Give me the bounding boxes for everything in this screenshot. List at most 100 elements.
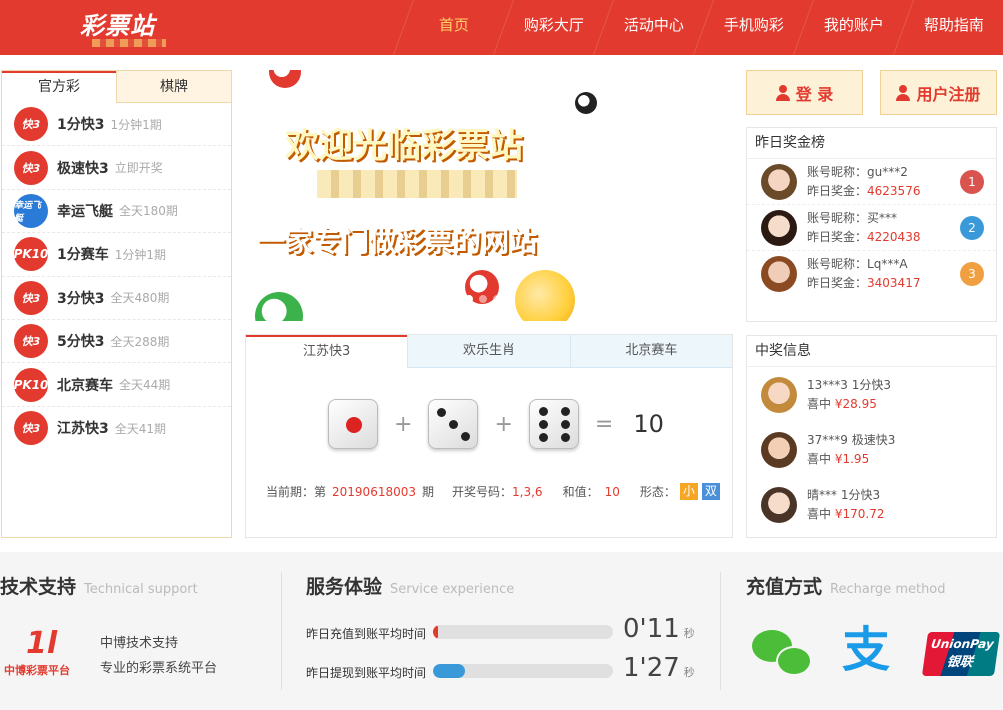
game-item[interactable]: PK10 1分赛车 1分钟1期 bbox=[2, 233, 231, 277]
avatar bbox=[761, 256, 797, 292]
lucky-airship-icon: 幸运飞艇 bbox=[14, 193, 48, 228]
tab-official-lottery[interactable]: 官方彩 bbox=[2, 71, 116, 103]
avatar bbox=[761, 163, 797, 200]
game-item[interactable]: 快3 3分快3 全天480期 bbox=[2, 277, 231, 320]
period-label: 当前期：第 bbox=[266, 485, 327, 499]
winner-amount: 4623576 bbox=[867, 183, 921, 198]
banner-url-blurred bbox=[317, 170, 517, 198]
tab-beijing-racing[interactable]: 北京赛车 bbox=[569, 335, 732, 368]
banner-model-image bbox=[595, 70, 733, 321]
game-item[interactable]: 快3 1分快3 1分钟1期 bbox=[2, 103, 231, 147]
register-button[interactable]: 用户注册 bbox=[880, 70, 997, 115]
draw-numbers: 1,3,6 bbox=[512, 484, 543, 499]
lottery-ball-icon bbox=[269, 70, 301, 88]
win-amount: ¥170.72 bbox=[834, 506, 885, 521]
tab-jiangsu-k3[interactable]: 江苏快3 bbox=[246, 335, 408, 368]
winner-name: Lq***A bbox=[867, 257, 908, 271]
banner-divider bbox=[261, 183, 307, 185]
logo-text[interactable]: 彩票站 bbox=[80, 6, 155, 41]
winner-name: gu***2 bbox=[867, 164, 908, 179]
die-six-icon bbox=[528, 399, 579, 449]
sum-value: 10 bbox=[604, 484, 620, 499]
equals-sign: = bbox=[594, 411, 614, 437]
withdraw-time: 1'27 秒 bbox=[623, 653, 695, 683]
withdraw-time-bar bbox=[433, 664, 613, 678]
support-line2: 专业的彩票系统平台 bbox=[100, 661, 218, 676]
die-one-icon bbox=[328, 399, 378, 449]
k3-icon: 快3 bbox=[14, 150, 48, 185]
promo-banner[interactable]: 欢迎光临彩票站 一家专门做彩票的网站 bbox=[245, 70, 733, 321]
ranking-item: 账号昵称：Lq***A 昨日奖金：3403417 3 bbox=[747, 251, 996, 297]
game-frequency: 全天180期 bbox=[119, 204, 178, 219]
wechat-pay-icon[interactable] bbox=[752, 630, 814, 678]
alipay-icon[interactable]: 支 bbox=[842, 620, 890, 680]
carousel-dot[interactable] bbox=[465, 295, 473, 303]
k3-icon: 快3 bbox=[14, 324, 48, 359]
game-name: 1分快3 bbox=[57, 117, 105, 134]
plus-sign: + bbox=[394, 411, 413, 437]
zhongbo-logo: 1l 中博彩票平台 bbox=[4, 626, 70, 677]
unionpay-icon[interactable]: UnionPay 银联 bbox=[921, 632, 1001, 676]
win-amount: ¥28.95 bbox=[834, 396, 877, 411]
dice-sum: 10 bbox=[633, 410, 664, 438]
banner-title: 欢迎光临彩票站 bbox=[285, 126, 523, 166]
winner-item: 37***9 极速快3 喜中 ¥1.95 bbox=[747, 422, 996, 477]
deposit-label: 昨日充值到账平均时间 bbox=[306, 627, 427, 641]
game-item[interactable]: 幸运飞艇 幸运飞艇 全天180期 bbox=[2, 190, 231, 234]
login-button[interactable]: 登 录 bbox=[746, 70, 863, 115]
footer-divider bbox=[281, 572, 282, 690]
tab-chess-cards[interactable]: 棋牌 bbox=[116, 71, 231, 103]
tag-small: 小 bbox=[679, 483, 698, 500]
period-number: 20190618003 bbox=[332, 484, 416, 499]
winner-item: 13***3 1分快3 喜中 ¥28.95 bbox=[747, 367, 996, 422]
ranking-item: 账号昵称：买*** 昨日奖金：4220438 2 bbox=[747, 205, 996, 251]
banner-slogan: 一家专门做彩票的网站 bbox=[257, 225, 538, 258]
lottery-ball-icon bbox=[255, 292, 303, 321]
game-frequency: 全天44期 bbox=[119, 378, 171, 393]
banner-divider bbox=[527, 183, 573, 185]
game-item[interactable]: 快3 江苏快3 全天41期 bbox=[2, 407, 231, 450]
game-frequency: 1分钟1期 bbox=[110, 117, 162, 132]
tab-happy-zodiac[interactable]: 欢乐生肖 bbox=[407, 335, 570, 368]
carousel-dot[interactable] bbox=[479, 295, 487, 303]
avatar bbox=[761, 376, 797, 413]
footer-divider bbox=[720, 572, 721, 690]
support-line1: 中博技术支持 bbox=[100, 636, 179, 651]
footer: 技术支持 Technical support 1l 中博彩票平台 中博技术支持 专… bbox=[0, 552, 1003, 710]
recharge-title: 充值方式 Recharge method bbox=[746, 576, 946, 598]
game-item[interactable]: PK10 北京赛车 全天44期 bbox=[2, 363, 231, 407]
winner-amount: 3403417 bbox=[867, 276, 921, 290]
win-amount: ¥1.95 bbox=[834, 451, 870, 466]
game-name: 5分快3 bbox=[57, 334, 105, 351]
game-frequency: 1分钟1期 bbox=[114, 247, 167, 262]
k3-icon: 快3 bbox=[14, 107, 48, 142]
lottery-result-panel: 江苏快3 欢乐生肖 北京赛车 + + = 10 当前期：第 2019061800… bbox=[245, 334, 733, 538]
deposit-time: 0'11 秒 bbox=[623, 614, 695, 644]
dice-row: + + = 10 bbox=[328, 399, 664, 449]
pk10-icon: PK10 bbox=[14, 237, 48, 272]
rank-badge: 3 bbox=[960, 262, 984, 286]
avatar bbox=[761, 486, 797, 523]
rank-badge: 1 bbox=[960, 170, 984, 194]
k3-icon: 快3 bbox=[14, 280, 48, 315]
top-header: 彩票站 首页 购彩大厅 活动中心 手机购彩 我的账户 帮助指南 bbox=[0, 0, 1003, 55]
nav-help-guide[interactable]: 帮助指南 bbox=[892, 0, 1003, 55]
game-name: 幸运飞艇 bbox=[57, 203, 113, 220]
game-frequency: 全天41期 bbox=[114, 421, 167, 436]
tag-even: 双 bbox=[701, 483, 720, 500]
game-item[interactable]: 快3 5分快3 全天288期 bbox=[2, 320, 231, 364]
user-icon bbox=[775, 84, 790, 101]
draw-info: 当前期：第 20190618003 期 开奖号码： 1,3,6 和值： 10 形… bbox=[266, 483, 720, 500]
ranking-title: 昨日奖金榜 bbox=[747, 128, 996, 159]
logo-icon[interactable] bbox=[28, 6, 70, 48]
carousel-dot[interactable] bbox=[493, 295, 501, 303]
logo-subtitle-blurred bbox=[92, 39, 166, 47]
winner-name: 买*** bbox=[867, 210, 898, 225]
rank-badge: 2 bbox=[960, 216, 984, 240]
game-name: 1分赛车 bbox=[57, 247, 109, 264]
game-item[interactable]: 快3 极速快3 立即开奖 bbox=[2, 146, 231, 190]
user-icon bbox=[896, 84, 911, 101]
deposit-time-bar bbox=[433, 625, 613, 639]
support-title: 技术支持 Technical support bbox=[0, 576, 198, 598]
game-frequency: 全天288期 bbox=[110, 334, 170, 349]
